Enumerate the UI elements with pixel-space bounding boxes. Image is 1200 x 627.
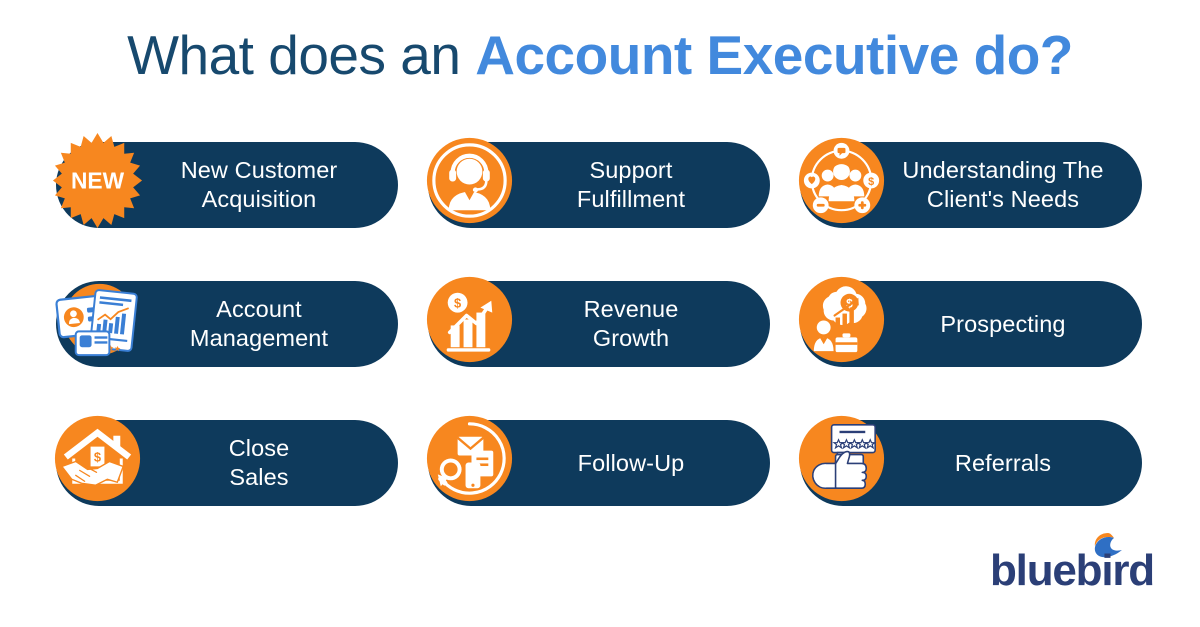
card-label-line1: Account <box>216 296 302 323</box>
card-understanding-the-clients-needs[interactable]: Understanding The Client's Needs $ <box>792 131 1142 239</box>
card-label-line2: Management <box>189 325 329 351</box>
headset-agent-icon <box>420 131 519 230</box>
card-revenue-growth[interactable]: Revenue Growth $ <box>420 270 770 378</box>
card-label: Understanding The Client's Needs <box>902 156 1103 213</box>
card-label-line2: Sales <box>229 464 289 490</box>
new-burst-icon: NEW <box>48 131 147 230</box>
card-new-customer-acquisition[interactable]: New Customer Acquisition NEW <box>48 131 398 239</box>
card-close-sales[interactable]: Close Sales $ <box>48 409 398 517</box>
page-title: What does an Account Executive do? <box>0 24 1200 86</box>
card-label-line2: Acquisition <box>201 186 317 212</box>
thumbs-up-review-icon <box>792 409 891 508</box>
card-label: Revenue Growth <box>584 295 679 352</box>
svg-text:$: $ <box>94 449 101 464</box>
card-follow-up[interactable]: Follow-Up <box>420 409 770 517</box>
card-support-fulfillment[interactable]: Support Fulfillment <box>420 131 770 239</box>
handshake-house-icon: $ <box>48 409 147 508</box>
card-label-line2: Fulfillment <box>576 186 686 212</box>
card-label-line1: Follow-Up <box>577 449 685 476</box>
card-label: Follow-Up <box>578 449 685 478</box>
card-label: Support Fulfillment <box>577 156 685 213</box>
card-label-line2: Growth <box>592 325 670 351</box>
card-label: Prospecting <box>940 310 1065 339</box>
new-badge-text: NEW <box>71 167 125 193</box>
card-referrals[interactable]: Referrals <box>792 409 1142 517</box>
title-segment-plain: What does an <box>127 24 476 86</box>
card-label-line1: Revenue <box>583 296 679 323</box>
card-label: Account Management <box>190 295 328 352</box>
infographic-canvas: What does an Account Executive do? New C… <box>0 0 1200 627</box>
title-segment-highlight: Account Executive do? <box>475 24 1073 86</box>
card-label-line1: Prospecting <box>940 310 1066 337</box>
card-account-management[interactable]: Account Management <box>48 270 398 378</box>
follow-up-icon <box>420 409 519 508</box>
card-label-line1: Understanding The <box>902 157 1104 184</box>
card-label-line1: Referrals <box>954 449 1052 476</box>
card-label-line1: Close <box>228 435 290 462</box>
card-label-line2: Client's Needs <box>926 186 1080 212</box>
card-label: Referrals <box>955 449 1051 478</box>
card-label: New Customer Acquisition <box>181 156 338 213</box>
card-label-line1: Support <box>589 157 673 184</box>
card-label-line1: New Customer <box>180 157 338 184</box>
responsibility-card-grid: New Customer Acquisition NEW Support Ful… <box>48 131 1160 548</box>
card-prospecting[interactable]: Prospecting $ <box>792 270 1142 378</box>
svg-text:$: $ <box>868 176 874 188</box>
logo-wordmark: bluebird <box>990 546 1154 595</box>
revenue-chart-icon: $ <box>420 270 519 369</box>
account-cards-icon <box>48 270 147 369</box>
prospecting-icon: $ <box>792 270 891 369</box>
client-network-icon: $ <box>792 131 891 230</box>
bluebird-logo: bluebird <box>988 527 1172 595</box>
card-label: Close Sales <box>229 434 290 491</box>
svg-text:$: $ <box>454 296 461 311</box>
